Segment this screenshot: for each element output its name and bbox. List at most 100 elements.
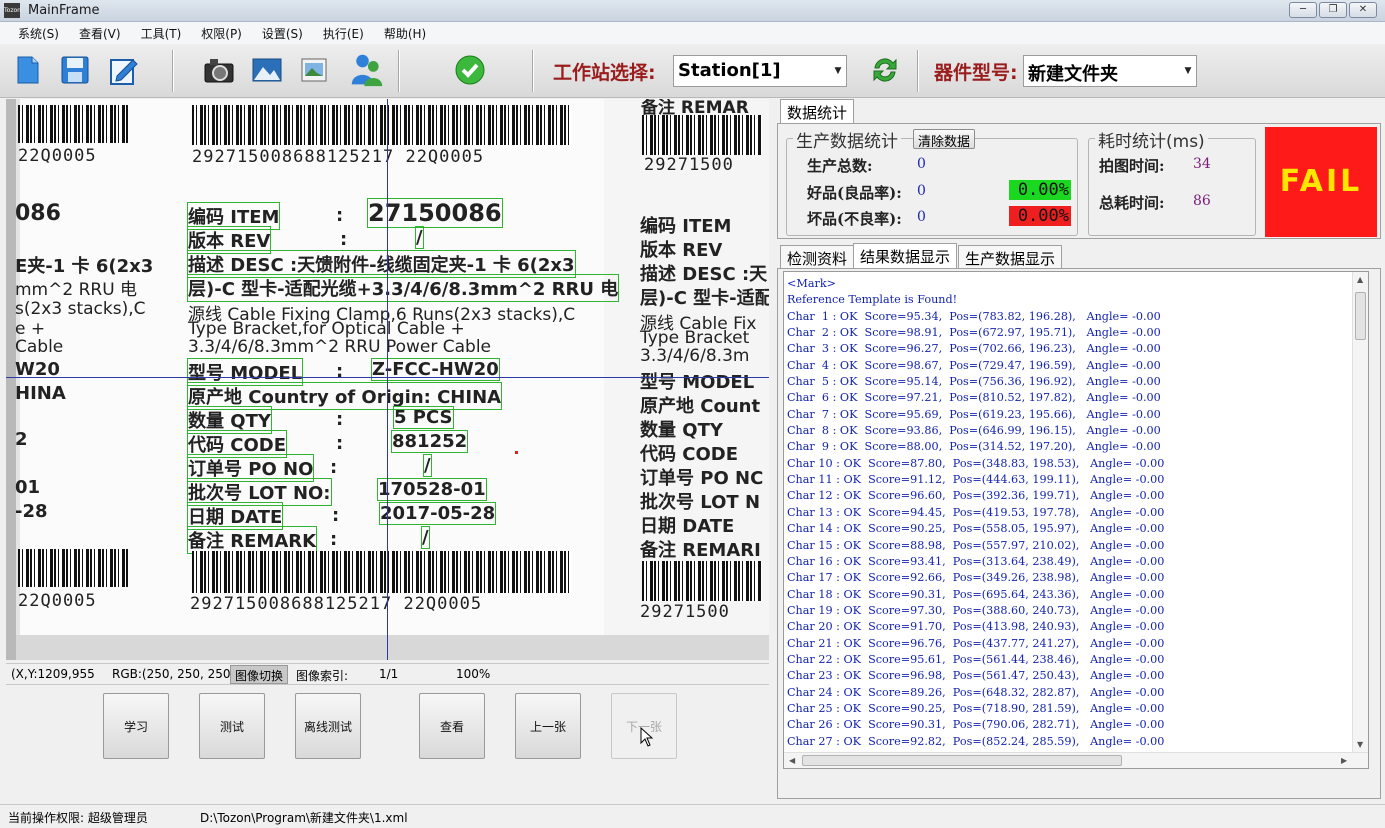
menu-help[interactable]: 帮助(H) bbox=[374, 25, 436, 42]
good-label: 好品(良品率): bbox=[807, 184, 902, 202]
production-stats-title: 生产数据统计 bbox=[793, 127, 901, 152]
bad-value: 0 bbox=[917, 209, 926, 225]
field-colon: : bbox=[336, 409, 344, 430]
field-desc-line: Type Bracket,for Optical Cable + bbox=[188, 319, 465, 339]
left-fragment: 086 bbox=[15, 201, 61, 226]
save-icon[interactable] bbox=[58, 53, 92, 87]
image-viewer[interactable]: 22Q0005 086 E夹-1 卡 6(2x3 mm^2 RRU 电 s(2x… bbox=[6, 99, 769, 660]
tab-data-statistics[interactable]: 数据统计 bbox=[780, 99, 855, 125]
log-line: Char 27 : OK Score=92.82, Pos=(852.24, 2… bbox=[787, 734, 1165, 748]
camera-icon[interactable] bbox=[202, 53, 236, 87]
image-open-icon[interactable] bbox=[298, 53, 332, 87]
menu-bar: 系统(S) 查看(V) 工具(T) 权限(P) 设置(S) 执行(E) 帮助(H… bbox=[0, 22, 1385, 44]
field-desc-line: 3.3/4/6/8.3mm^2 RRU Power Cable bbox=[188, 337, 492, 357]
part-model-select-value: 新建文件夹 bbox=[1028, 64, 1118, 85]
log-line: Char 23 : OK Score=96.98, Pos=(561.47, 2… bbox=[787, 669, 1165, 683]
log-line: Char 24 : OK Score=89.26, Pos=(648.32, 2… bbox=[787, 685, 1165, 699]
scroll-up-icon[interactable]: ▲ bbox=[1357, 275, 1363, 284]
vertical-scroll-thumb[interactable] bbox=[1355, 292, 1366, 340]
right-fragment: 版本 REV bbox=[640, 240, 723, 261]
title-bar: Tozon MainFrame ─ ❐ ✕ bbox=[0, 0, 1385, 22]
image-switch-button[interactable]: 图像切换 bbox=[230, 665, 289, 684]
log-line: Char 5 : OK Score=95.14, Pos=(756.36, 19… bbox=[787, 375, 1161, 389]
main-window: Tozon MainFrame ─ ❐ ✕ 系统(S) 查看(V) 工具(T) … bbox=[0, 0, 1385, 828]
new-file-icon[interactable] bbox=[10, 53, 44, 87]
log-line: Char 16 : OK Score=93.41, Pos=(313.64, 2… bbox=[787, 554, 1165, 568]
barcode-main-bottom bbox=[192, 551, 572, 593]
station-select[interactable]: Station[1] ▼ bbox=[673, 55, 847, 87]
check-icon[interactable] bbox=[453, 53, 487, 87]
left-fragment: 2 bbox=[15, 429, 28, 450]
menu-permission[interactable]: 权限(P) bbox=[191, 25, 252, 42]
label-image-bottom bbox=[16, 635, 769, 660]
menu-system[interactable]: 系统(S) bbox=[8, 25, 69, 42]
crosshair-horizontal bbox=[6, 377, 769, 378]
log-line: Char 19 : OK Score=97.30, Pos=(388.60, 2… bbox=[787, 603, 1165, 617]
left-fragment: mm^2 RRU 电 bbox=[15, 280, 138, 300]
menu-execute[interactable]: 执行(E) bbox=[313, 25, 374, 42]
refresh-icon[interactable] bbox=[868, 53, 902, 87]
tab-production-display[interactable]: 生产数据显示 bbox=[958, 245, 1063, 269]
chevron-down-icon[interactable]: ▼ bbox=[830, 56, 846, 86]
right-panel: 数据统计 生产数据统计 清除数据 生产总数: 0 好品(良品率): 0 0.00… bbox=[777, 99, 1384, 799]
permission-status: 当前操作权限: 超级管理员 bbox=[8, 811, 148, 825]
log-lines: <Mark> Reference Template is Found! Char 1… bbox=[787, 276, 1165, 768]
users-icon[interactable] bbox=[350, 53, 384, 87]
vertical-scrollbar[interactable]: ▲ ▼ bbox=[1352, 272, 1368, 754]
total-value: 0 bbox=[917, 156, 926, 172]
view-button[interactable]: 查看 bbox=[419, 693, 485, 759]
right-fragment: 3.3/4/6/8.3m bbox=[640, 346, 750, 366]
scroll-right-icon[interactable]: ▶ bbox=[1341, 756, 1347, 765]
good-rate: 0.00% bbox=[1009, 180, 1071, 200]
right-fragment: 备注 REMARI bbox=[640, 540, 761, 561]
next-image-button[interactable]: 下一张 bbox=[611, 693, 677, 759]
learn-button[interactable]: 学习 bbox=[103, 693, 169, 759]
right-fragment: 数量 QTY bbox=[640, 420, 723, 441]
pixel-rgb: RGB:(250, 250, 250) bbox=[112, 667, 236, 681]
field-remark: 备注 REMARK bbox=[186, 526, 318, 554]
total-time-label: 总耗时间: bbox=[1099, 194, 1165, 212]
previous-image-button[interactable]: 上一张 bbox=[515, 693, 581, 759]
log-line: Char 17 : OK Score=92.66, Pos=(349.26, 2… bbox=[787, 571, 1165, 585]
result-log[interactable]: <Mark> Reference Template is Found! Char 1… bbox=[783, 271, 1369, 769]
tab-inspection-data[interactable]: 检测资料 bbox=[780, 245, 855, 269]
edit-icon[interactable] bbox=[106, 53, 140, 87]
window-title: MainFrame bbox=[28, 3, 100, 18]
log-line: Char 9 : OK Score=88.00, Pos=(314.52, 19… bbox=[787, 440, 1161, 454]
production-stats-group: 生产数据统计 清除数据 生产总数: 0 好品(良品率): 0 0.00% 坏品(… bbox=[786, 127, 1078, 236]
station-label: 工作站选择: bbox=[553, 62, 656, 84]
menu-settings[interactable]: 设置(S) bbox=[252, 25, 313, 42]
log-line: Char 1 : OK Score=95.34, Pos=(783.82, 19… bbox=[787, 309, 1161, 323]
station-select-value: Station[1] bbox=[678, 60, 781, 81]
bad-rate: 0.00% bbox=[1009, 206, 1071, 226]
result-indicator: FAIL bbox=[1265, 127, 1377, 237]
log-line: Char 4 : OK Score=98.67, Pos=(729.47, 19… bbox=[787, 358, 1161, 372]
barcode-left-bottom-text: 22Q0005 bbox=[18, 591, 97, 611]
horizontal-scroll-thumb[interactable] bbox=[802, 755, 1122, 766]
close-button[interactable]: ✕ bbox=[1349, 2, 1377, 18]
statistics-panel: 生产数据统计 清除数据 生产总数: 0 好品(良品率): 0 0.00% 坏品(… bbox=[777, 123, 1381, 239]
log-line: Char 2 : OK Score=98.91, Pos=(672.97, 19… bbox=[787, 326, 1161, 340]
test-button[interactable]: 测试 bbox=[199, 693, 265, 759]
clear-data-button[interactable]: 清除数据 bbox=[913, 129, 976, 150]
field-colon: : bbox=[330, 529, 338, 550]
minimize-button[interactable]: ─ bbox=[1289, 2, 1317, 18]
part-model-select[interactable]: 新建文件夹 ▼ bbox=[1023, 55, 1197, 87]
total-label: 生产总数: bbox=[807, 157, 873, 175]
field-colon: : bbox=[336, 361, 344, 382]
right-fragment: 原产地 Count bbox=[640, 396, 761, 417]
offline-test-button[interactable]: 离线测试 bbox=[295, 693, 361, 759]
menu-tools[interactable]: 工具(T) bbox=[131, 25, 192, 42]
timing-stats-title: 耗时统计(ms) bbox=[1095, 127, 1208, 152]
restore-button[interactable]: ❐ bbox=[1319, 2, 1347, 18]
scroll-down-icon[interactable]: ▼ bbox=[1357, 740, 1363, 749]
log-line: Reference Template is Found! bbox=[787, 293, 958, 307]
image-icon[interactable] bbox=[250, 53, 284, 87]
menu-view[interactable]: 查看(V) bbox=[69, 25, 131, 42]
tab-result-display[interactable]: 结果数据显示 bbox=[853, 243, 958, 269]
log-line: Char 18 : OK Score=90.31, Pos=(695.64, 2… bbox=[787, 587, 1165, 601]
app-logo: Tozon bbox=[4, 3, 21, 18]
chevron-down-icon[interactable]: ▼ bbox=[1180, 56, 1196, 86]
scroll-left-icon[interactable]: ◀ bbox=[789, 756, 795, 765]
horizontal-scrollbar[interactable]: ◀ ▶ bbox=[784, 752, 1368, 768]
